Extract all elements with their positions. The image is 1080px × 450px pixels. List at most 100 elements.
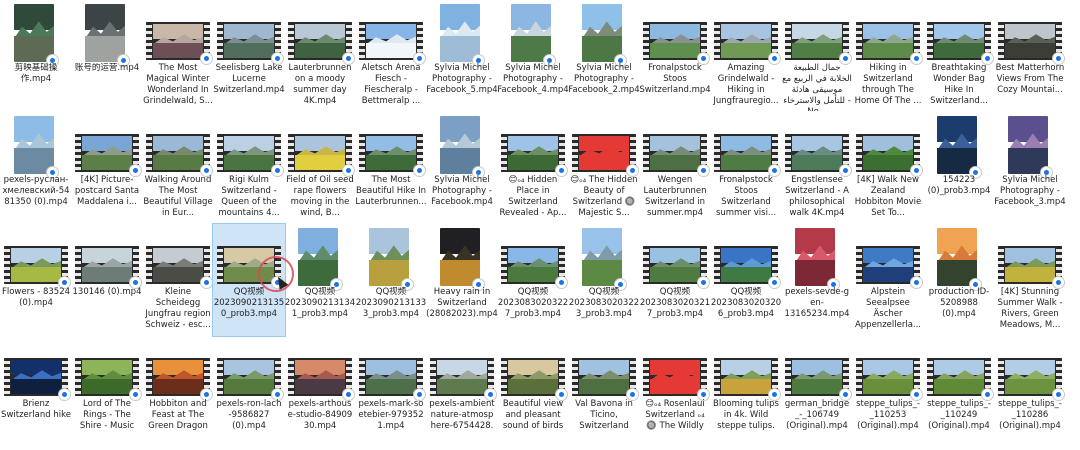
film-sprockets-left	[501, 246, 507, 284]
file-tile[interactable]: Lord of The Rings - The Shire - Music	[71, 336, 143, 448]
file-tile[interactable]: Fronalpstock Stoos Switzerland.mp4	[639, 0, 711, 112]
file-tile[interactable]: Seelisberg Lake Lucerne Switzerland.mp4	[213, 0, 285, 112]
file-tile[interactable]: Engstlensee Switzerland - A philosophica…	[781, 112, 853, 224]
file-tile[interactable]: Beautiful view and pleasant sound of bir…	[497, 336, 569, 448]
file-tile[interactable]: Best Matterhorn Views From The Cozy Moun…	[994, 0, 1066, 112]
file-tile[interactable]: QQ视频 20230830203223_prob3.mp4	[568, 224, 640, 336]
file-tile[interactable]: QQ视频 20230830203217_prob3.mp4	[639, 224, 711, 336]
file-tile[interactable]: 剪映基础操作.mp4	[0, 0, 72, 112]
file-tile[interactable]: Sylvia Michel Photography - Facebook_5.m…	[426, 0, 498, 112]
video-thumbnail	[639, 112, 711, 177]
file-tile[interactable]: Kleine Scheidegg Jungfrau region Schweiz…	[142, 224, 214, 336]
file-tile[interactable]: Sylvia Michel Photography - Facebook.mp4	[426, 112, 498, 224]
portrait-preview	[582, 4, 622, 62]
video-thumbnail	[355, 112, 427, 177]
file-tile[interactable]: Brienz Switzerland hike	[0, 336, 72, 448]
file-tile[interactable]: Hobbiton and Feast at The Green Dragon	[142, 336, 214, 448]
file-tile[interactable]: 账号的运营.mp4	[71, 0, 143, 112]
file-tile[interactable]: Fronalpstock Stoos Switzerland summer vi…	[710, 112, 782, 224]
file-tile[interactable]: 154223 (0)_prob3.mp4	[923, 112, 995, 224]
preview-image	[579, 136, 629, 170]
file-tile[interactable]: pexels-mark-so etebier-979352 1.mp4	[355, 336, 427, 448]
file-tile[interactable]: Breathtaking Wonder Bag Hike In Switzerl…	[923, 0, 995, 112]
film-sprockets-left	[856, 358, 862, 396]
file-tile[interactable]: Amazing Grindelwald - Hiking in Jungfrau…	[710, 0, 782, 112]
file-tile[interactable]: Val Bavona in Ticino, Switzerland	[568, 336, 640, 448]
file-tile[interactable]: 130146 (0).mp4	[71, 224, 143, 336]
file-tile[interactable]: The Most Beautiful Hike In Lauterbrunnen…	[355, 112, 427, 224]
file-tile[interactable]: Heavy rain in Switzerland (28082023).mp4	[426, 224, 498, 336]
file-tile[interactable]: The Most Magical Winter Wonderland In Gr…	[142, 0, 214, 112]
portrait-preview	[440, 228, 480, 286]
file-name-label: Lord of The Rings - The Shire - Music	[79, 399, 135, 431]
preview-image	[582, 228, 622, 286]
file-tile[interactable]: steppe_tulips_-_110249 (Original).mp4	[923, 336, 995, 448]
preview-region	[295, 136, 345, 152]
file-tile[interactable]: [4K] Picture-postcard Santa Maddalena i.…	[71, 112, 143, 224]
video-thumbnail	[0, 224, 72, 289]
file-tile[interactable]: steppe_tulips_-_110286 (Original).mp4	[994, 336, 1066, 448]
preview-region	[863, 24, 913, 40]
file-tile[interactable]: german_bridge _-_106749 (Original).mp4	[781, 336, 853, 448]
preview-region	[366, 378, 416, 394]
preview-image	[650, 360, 700, 394]
portrait-preview	[582, 228, 622, 286]
file-tile[interactable]: Sylvia Michel Photography - Facebook_4.m…	[497, 0, 569, 112]
film-sprockets-left	[4, 246, 10, 284]
file-tile[interactable]: [4K] Walk New Zealand Hobbiton Movie Set…	[852, 112, 924, 224]
file-name-label: جمال الطبيعة الخلابة في الربيع مع موسيقى…	[782, 63, 852, 111]
file-tile[interactable]: Rigi Kulm Switzerland - Queen of the mou…	[213, 112, 285, 224]
file-name-label: Sylvia Michel Photography - Facebook_4.m…	[497, 63, 569, 95]
file-name-label: pexels-ambient nature-atmosp here-675442…	[429, 399, 495, 431]
file-tile[interactable]: pexels-ambient nature-atmosp here-675442…	[426, 336, 498, 448]
file-tile[interactable]: Flowers - 83524 (0).mp4	[0, 224, 72, 336]
preview-region	[366, 42, 416, 58]
film-sprockets-left	[927, 22, 933, 60]
portrait-preview	[511, 4, 551, 62]
file-tile[interactable]: pexels-arthous e-studio-84909 30.mp4	[284, 336, 356, 448]
file-tile[interactable]: Sylvia Michel Photography - Facebook_2.m…	[568, 0, 640, 112]
file-tile[interactable]: pexels-руслан-хмелевский-5481350 (0).mp4	[0, 112, 72, 224]
film-sprockets-left	[501, 134, 507, 172]
file-tile[interactable]: Wengen Lauterbrunnen Switzerland in summ…	[639, 112, 711, 224]
file-tile[interactable]: Walking Around The Most Beautiful Villag…	[142, 112, 214, 224]
file-tile[interactable]: Hiking in Switzerland through The Home O…	[852, 0, 924, 112]
file-tile[interactable]: steppe_tulips_-_110253 (Original).mp4	[852, 336, 924, 448]
file-tile[interactable]: 😊ₒ₄ The Hidden Beauty of Switzerland 🔘 M…	[568, 112, 640, 224]
video-thumbnail	[710, 336, 782, 401]
file-tile[interactable]: 😊ₒ₄ Rosenlaui Switzerland ₒ₄ 🔘 The Wildl…	[639, 336, 711, 448]
file-tile[interactable]: Field of Oil seed rape flowers moving in…	[284, 112, 356, 224]
preview-image	[863, 24, 913, 58]
film-sprockets-left	[714, 134, 720, 172]
file-tile[interactable]: production ID-5208988 (0).mp4	[923, 224, 995, 336]
file-name-label: 剪映基础操作.mp4	[14, 63, 58, 84]
video-thumbnail	[142, 336, 214, 401]
file-tile[interactable]: [4K] Stunning Summer Walk - Rivers, Gree…	[994, 224, 1066, 336]
file-tile[interactable]: Sylvia Michel Photography - Facebook_3.m…	[994, 112, 1066, 224]
video-thumbnail	[142, 224, 214, 289]
preview-region	[508, 378, 558, 394]
file-tile[interactable]: جمال الطبيعة الخلابة في الربيع مع موسيقى…	[781, 0, 853, 112]
file-tile[interactable]: Alpstein Seealpsee Äscher Appenzellerla.…	[852, 224, 924, 336]
file-tile[interactable]: 😊ₒ₄ Hidden Place in Switzerland Revealed…	[497, 112, 569, 224]
file-tile[interactable]: QQ视频 20230830203206_prob3.mp4	[710, 224, 782, 336]
file-name-label: 账号的运营.mp4	[74, 63, 140, 73]
file-tile[interactable]: pexels-ron-lach -9586827 (0).mp4	[213, 336, 285, 448]
file-name-label: Heavy rain in Switzerland (28082023).mp4	[426, 287, 498, 319]
preview-region	[295, 360, 345, 376]
preview-image	[650, 24, 700, 58]
file-tile[interactable]: Aletsch Arena Fiesch - Fiescheralp - Bet…	[355, 0, 427, 112]
preview-region	[937, 116, 977, 143]
film-sprockets-left	[430, 358, 436, 396]
file-tile[interactable]: Lauterbrunnen on a moody summer day 4K.m…	[284, 0, 356, 112]
file-tile[interactable]: QQ视频 20230902131333_prob3.mp4	[355, 224, 427, 336]
portrait-preview	[14, 4, 54, 62]
preview-region	[1005, 248, 1055, 264]
file-tile[interactable]: Blooming tulips in 4k. Wild steppe tulip…	[710, 336, 782, 448]
film-sprockets-left	[998, 246, 1004, 284]
file-tile[interactable]: QQ视频 20230830203227_prob3.mp4	[497, 224, 569, 336]
preview-region	[437, 378, 487, 394]
file-tile[interactable]: QQ视频 20230902131341_prob3.mp4	[284, 224, 356, 336]
file-tile[interactable]: pexels-sevde-g en-13165234.mp4	[781, 224, 853, 336]
film-sprockets-left	[714, 358, 720, 396]
